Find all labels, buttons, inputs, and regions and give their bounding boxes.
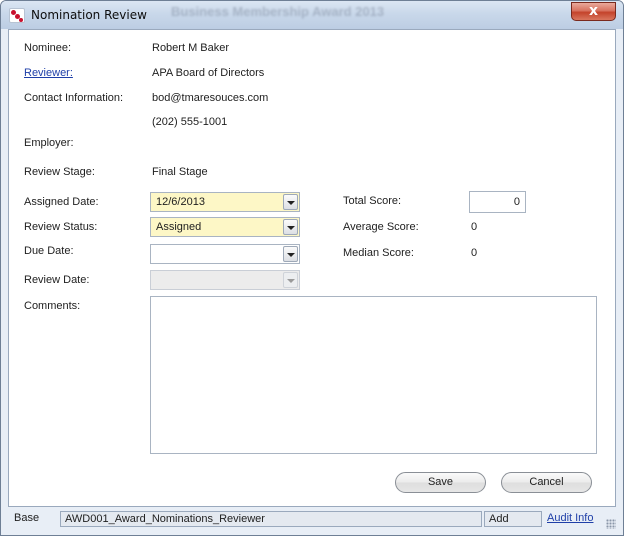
nominee-value: Robert M Baker	[152, 42, 230, 54]
resize-grip-icon[interactable]	[606, 519, 616, 529]
assigned-date-value: 12/6/2013	[156, 196, 205, 208]
review-status-label: Review Status:	[24, 221, 98, 233]
due-date-label: Due Date:	[24, 245, 74, 257]
review-stage-label: Review Stage:	[24, 166, 95, 178]
median-score-value: 0	[471, 247, 478, 259]
review-status-select[interactable]: Assigned	[150, 217, 300, 237]
nomination-app-icon[interactable]	[9, 8, 25, 23]
nomination-review-window: Business Membership Award 2013 Nominatio…	[0, 0, 624, 536]
total-score-label: Total Score:	[343, 195, 402, 207]
status-bar: Base AWD001_Award_Nominations_Reviewer A…	[8, 509, 616, 529]
total-score-value: 0	[513, 196, 520, 208]
due-date-picker[interactable]	[150, 244, 300, 264]
average-score-value: 0	[471, 221, 478, 233]
nominee-label: Nominee:	[24, 42, 72, 54]
chevron-down-icon	[283, 272, 298, 288]
average-score-label: Average Score:	[343, 221, 419, 233]
contact-phone: (202) 555-1001	[152, 116, 228, 128]
status-mode: Add	[484, 511, 542, 527]
title-bar[interactable]: Business Membership Award 2013 Nominatio…	[1, 1, 623, 29]
assigned-date-label: Assigned Date:	[24, 196, 99, 208]
save-button[interactable]: Save	[395, 472, 486, 493]
contact-email: bod@tmaresouces.com	[152, 92, 269, 104]
reviewer-value: APA Board of Directors	[152, 67, 265, 79]
comments-textarea[interactable]	[150, 296, 597, 454]
review-date-label: Review Date:	[24, 274, 90, 286]
close-icon: x	[588, 3, 599, 19]
background-window-title: Business Membership Award 2013	[171, 4, 385, 19]
audit-info-link[interactable]: Audit Info	[547, 511, 593, 527]
median-score-label: Median Score:	[343, 247, 414, 259]
form-panel: Nominee: Robert M Baker Reviewer: APA Bo…	[8, 29, 616, 507]
cancel-button[interactable]: Cancel	[501, 472, 592, 493]
comments-label: Comments:	[24, 300, 81, 312]
contact-label: Contact Information:	[24, 92, 124, 104]
status-form-name: AWD001_Award_Nominations_Reviewer	[60, 511, 482, 527]
employer-label: Employer:	[24, 137, 74, 149]
assigned-date-picker[interactable]: 12/6/2013	[150, 192, 300, 212]
total-score-input[interactable]: 0	[469, 191, 526, 213]
window-title: Nomination Review	[31, 8, 147, 22]
review-status-value: Assigned	[156, 221, 202, 233]
chevron-down-icon[interactable]	[283, 219, 298, 235]
reviewer-link[interactable]: Reviewer:	[24, 67, 73, 79]
review-date-picker	[150, 270, 300, 290]
chevron-down-icon[interactable]	[283, 194, 298, 210]
status-base: Base	[14, 512, 40, 524]
chevron-down-icon[interactable]	[283, 246, 298, 262]
close-button[interactable]: x	[571, 2, 616, 21]
review-stage-value: Final Stage	[152, 166, 208, 178]
